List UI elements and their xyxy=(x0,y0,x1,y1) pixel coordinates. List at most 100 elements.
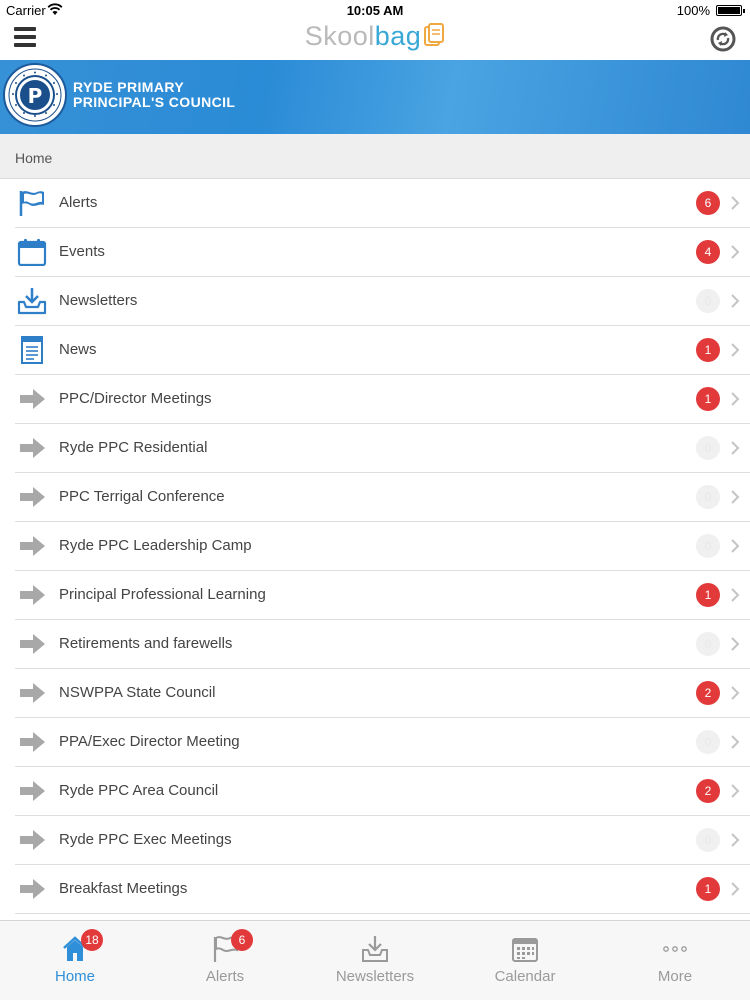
tab-bar: Home 18 Alerts 6 Newsletters Calendar More xyxy=(0,920,750,1000)
chevron-right-icon xyxy=(731,441,740,455)
arrow-right-icon xyxy=(17,826,47,854)
count-badge: 0 xyxy=(696,632,720,656)
tab-badge: 6 xyxy=(231,929,253,951)
list-item[interactable]: Newsletters 0 xyxy=(15,277,750,326)
flag-icon xyxy=(17,189,47,217)
list-item[interactable]: Ryde PPC Leadership Camp 0 xyxy=(15,522,750,571)
list-item-label: Principal Professional Learning xyxy=(59,586,266,603)
chevron-right-icon xyxy=(731,490,740,504)
list-item-label: Breakfast Meetings xyxy=(59,880,188,897)
breadcrumb: Home xyxy=(0,134,750,179)
arrow-right-icon xyxy=(17,581,47,609)
count-badge: 0 xyxy=(696,534,720,558)
list-item-label: Ryde PPC Area Council xyxy=(59,782,219,799)
arrow-right-icon xyxy=(17,434,47,462)
count-badge: 0 xyxy=(696,289,720,313)
tab-badge: 18 xyxy=(81,929,103,951)
list-item-label: Ryde PPC Exec Meetings xyxy=(59,831,232,848)
association-logo: P xyxy=(3,63,67,127)
list-item-label: Ryde PPC Residential xyxy=(59,439,208,456)
list-item-label: NSWPPA State Council xyxy=(59,684,216,701)
tab-alerts[interactable]: Alerts 6 xyxy=(150,921,300,1000)
list-item[interactable]: PPC/Director Meetings 1 xyxy=(15,375,750,424)
count-badge: 0 xyxy=(696,730,720,754)
tab-newsletters[interactable]: Newsletters xyxy=(300,921,450,1000)
list-item-label: News xyxy=(59,341,97,358)
list-item-label: Retirements and farewells xyxy=(59,635,233,652)
count-badge: 1 xyxy=(696,338,720,362)
brand-logo: Skoolbag xyxy=(0,21,750,52)
arrow-right-icon xyxy=(17,679,47,707)
list-item[interactable]: Events 4 xyxy=(15,228,750,277)
breadcrumb-home: Home xyxy=(15,150,53,166)
chevron-right-icon xyxy=(731,343,740,357)
count-badge: 0 xyxy=(696,485,720,509)
inbox-download-icon xyxy=(17,287,47,315)
list-item[interactable]: Principal Professional Learning 1 xyxy=(15,571,750,620)
list-item-label: PPA/Exec Director Meeting xyxy=(59,733,240,750)
chevron-right-icon xyxy=(731,882,740,896)
list-item-label: PPC Terrigal Conference xyxy=(59,488,225,505)
document-icon xyxy=(17,336,47,364)
chevron-right-icon xyxy=(731,833,740,847)
battery-icon xyxy=(716,5,745,16)
top-nav: Skoolbag xyxy=(0,20,750,60)
battery-percent: 100% xyxy=(676,3,710,18)
calendar-icon xyxy=(511,935,539,963)
tab-more[interactable]: More xyxy=(600,921,750,1000)
arrow-right-icon xyxy=(17,875,47,903)
count-badge: 1 xyxy=(696,877,720,901)
tab-calendar[interactable]: Calendar xyxy=(450,921,600,1000)
list-item-label: Events xyxy=(59,243,105,260)
tab-label: Alerts xyxy=(205,968,245,985)
list-item[interactable]: Alerts 6 xyxy=(15,179,750,228)
count-badge: 4 xyxy=(696,240,720,264)
chevron-right-icon xyxy=(731,196,740,210)
chevron-right-icon xyxy=(731,245,740,259)
menu-list: Alerts 6 Events 4 Newsletters 0 News 1 PPC/Direc… xyxy=(0,179,750,914)
chevron-right-icon xyxy=(731,735,740,749)
list-item[interactable]: NSWPPA State Council 2 xyxy=(15,669,750,718)
list-item[interactable]: Ryde PPC Residential 0 xyxy=(15,424,750,473)
banner-title: RYDE PRIMARY PRINCIPAL'S COUNCIL xyxy=(73,79,236,110)
count-badge: 2 xyxy=(696,779,720,803)
chevron-right-icon xyxy=(731,784,740,798)
list-item[interactable]: PPA/Exec Director Meeting 0 xyxy=(15,718,750,767)
arrow-right-icon xyxy=(17,483,47,511)
tab-label: Home xyxy=(54,968,95,985)
inbox-download-icon xyxy=(361,935,389,963)
list-item[interactable]: News 1 xyxy=(15,326,750,375)
list-item[interactable]: Breakfast Meetings 1 xyxy=(15,865,750,914)
school-banner: P RYDE PRIMARY PRINCIPAL'S COUNCIL xyxy=(0,60,750,134)
tab-label: Newsletters xyxy=(335,968,415,985)
list-item-label: Alerts xyxy=(59,194,98,211)
tab-label: More xyxy=(657,968,693,985)
count-badge: 2 xyxy=(696,681,720,705)
count-badge: 1 xyxy=(696,583,720,607)
arrow-right-icon xyxy=(17,630,47,658)
books-icon xyxy=(424,23,445,46)
arrow-right-icon xyxy=(17,728,47,756)
chevron-right-icon xyxy=(731,539,740,553)
arrow-right-icon xyxy=(17,532,47,560)
count-badge: 0 xyxy=(696,436,720,460)
list-item[interactable]: Ryde PPC Exec Meetings 0 xyxy=(15,816,750,865)
chevron-right-icon xyxy=(731,588,740,602)
chevron-right-icon xyxy=(731,294,740,308)
list-item[interactable]: PPC Terrigal Conference 0 xyxy=(15,473,750,522)
arrow-right-icon xyxy=(17,777,47,805)
list-item[interactable]: Ryde PPC Area Council 2 xyxy=(15,767,750,816)
tab-label: Calendar xyxy=(494,968,556,985)
count-badge: 6 xyxy=(696,191,720,215)
arrow-right-icon xyxy=(17,385,47,413)
list-item-label: Newsletters xyxy=(59,292,138,309)
chevron-right-icon xyxy=(731,686,740,700)
count-badge: 0 xyxy=(696,828,720,852)
sync-icon[interactable] xyxy=(710,26,736,52)
more-dots-icon xyxy=(661,935,689,963)
list-item[interactable]: Retirements and farewells 0 xyxy=(15,620,750,669)
tab-home[interactable]: Home 18 xyxy=(0,921,150,1000)
calendar-icon xyxy=(17,238,47,267)
chevron-right-icon xyxy=(731,392,740,406)
chevron-right-icon xyxy=(731,637,740,651)
